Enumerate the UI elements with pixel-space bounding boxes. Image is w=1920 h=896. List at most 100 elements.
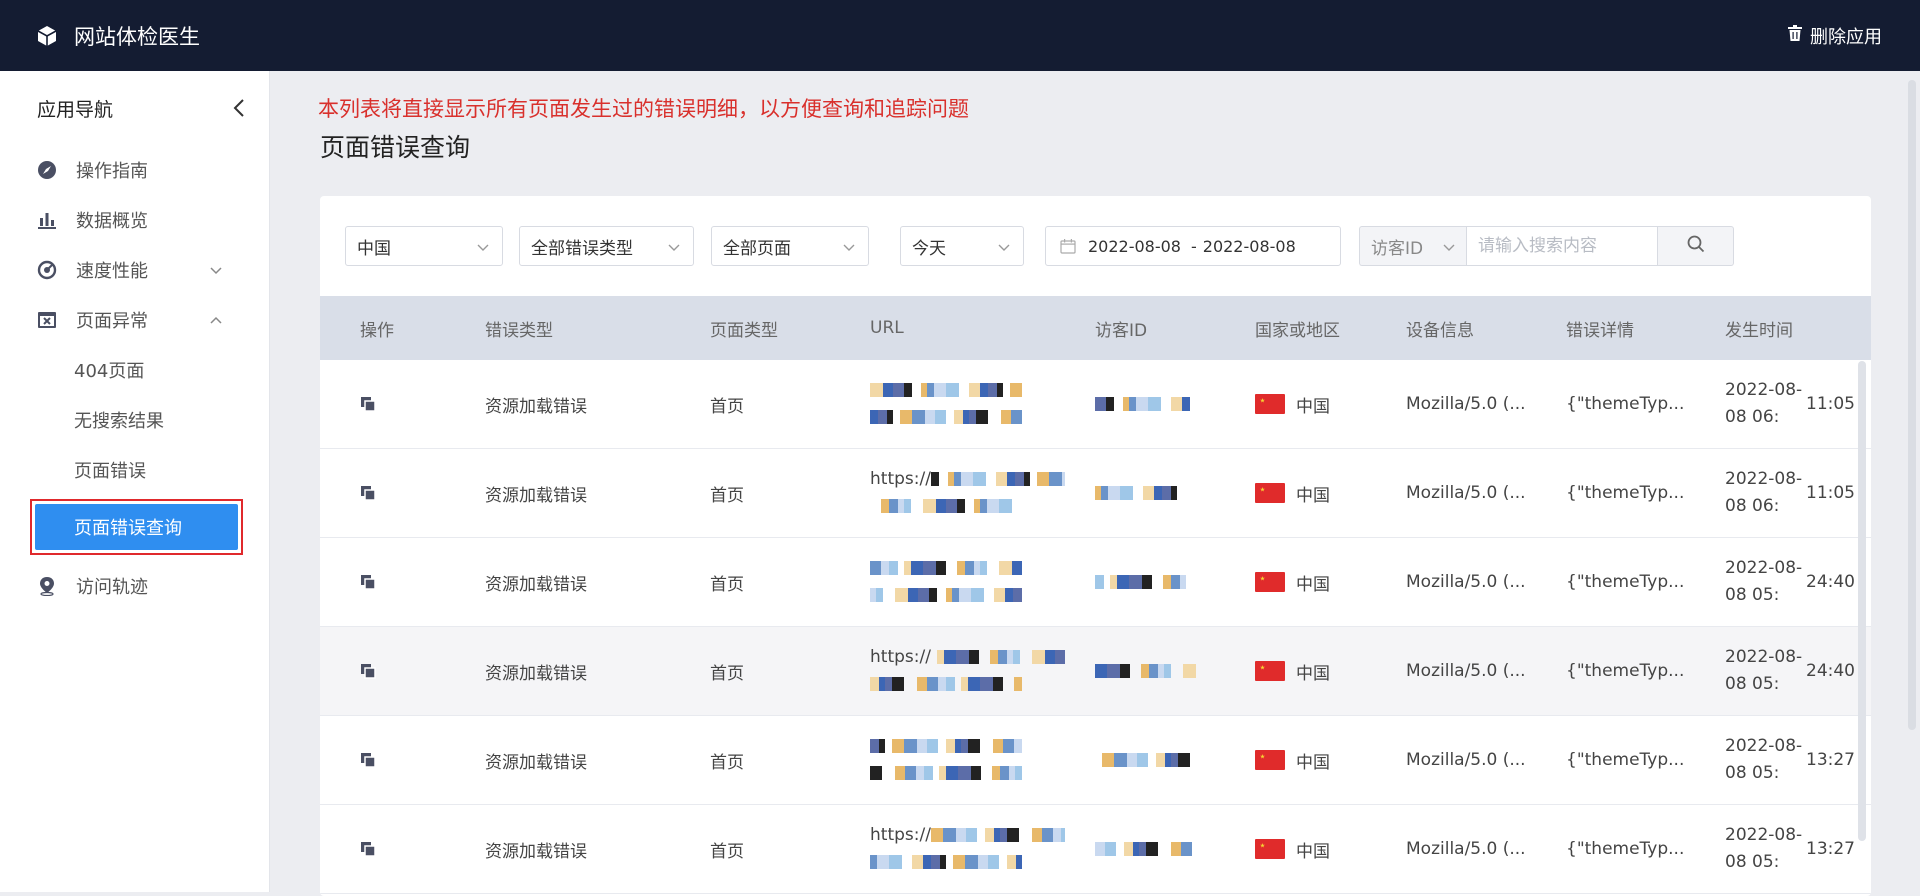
chevron-left-icon[interactable] — [229, 98, 249, 118]
sidebar-header: 应用导航 — [0, 71, 269, 145]
redaction-block — [1015, 766, 1022, 780]
redaction-block — [986, 472, 996, 486]
sidebar-item-page-errors[interactable]: 页面异常 — [0, 295, 269, 345]
redaction-block — [1010, 383, 1022, 397]
redaction-block — [1014, 472, 1024, 486]
sidebar-item-visit-trace[interactable]: 访问轨迹 — [0, 561, 269, 611]
error-detail-cell[interactable]: {"themeTyp... — [1566, 627, 1684, 715]
copy-icon[interactable] — [360, 716, 380, 804]
sidebar-subitem-error-query[interactable]: 页面错误查询 — [35, 504, 238, 550]
chevron-down-icon — [842, 240, 856, 254]
sidebar-subitem-page-errors[interactable]: 页面错误 — [0, 445, 269, 495]
redaction-block — [977, 828, 985, 842]
redaction-block — [934, 383, 946, 397]
search-button[interactable] — [1658, 226, 1734, 266]
error-type-cell: 资源加载错误 — [485, 396, 587, 417]
device-cell: Mozilla/5.0 (... — [1406, 750, 1526, 770]
redaction-block — [912, 410, 925, 424]
redaction-block — [961, 677, 968, 691]
error-detail-cell[interactable]: {"themeTyp... — [1566, 805, 1684, 893]
table-row[interactable]: 资源加载错误 首页 https:// 中国 Mozilla/5.0 (... {… — [320, 805, 1871, 894]
region-select[interactable]: 中国 — [345, 226, 503, 266]
redaction-block — [1014, 739, 1022, 753]
table-row[interactable]: 资源加载错误 首页 https:// 中国 Mozilla/5.0 (... {… — [320, 449, 1871, 538]
redaction-block — [997, 650, 1007, 664]
redaction-block — [1120, 486, 1133, 500]
redaction-block — [1116, 842, 1124, 856]
redaction-block — [1052, 828, 1061, 842]
highlight-box: 页面错误查询 — [30, 499, 243, 555]
page-select-value: 全部页面 — [723, 238, 791, 259]
redaction-block — [883, 588, 895, 602]
sidebar-item-label: 速度性能 — [76, 261, 148, 282]
redaction-block — [889, 855, 902, 869]
redaction-block — [1095, 664, 1107, 678]
compass-icon — [37, 160, 57, 180]
chevron-down-icon — [667, 240, 681, 254]
sidebar-item-overview[interactable]: 数据概览 — [0, 195, 269, 245]
column-header: 错误类型 — [485, 320, 553, 341]
redaction-block — [916, 766, 924, 780]
redaction-block — [953, 472, 961, 486]
country-label: 中国 — [1296, 841, 1330, 862]
column-header: 设备信息 — [1406, 320, 1474, 341]
copy-icon[interactable] — [360, 805, 380, 893]
copy-icon[interactable] — [360, 449, 380, 537]
redaction-block — [988, 383, 997, 397]
table-row[interactable]: 资源加载错误 首页 https:// 中国 Mozilla/5.0 (... {… — [320, 627, 1871, 716]
country-cell: 中国 — [1255, 805, 1330, 893]
table-scrollbar[interactable] — [1858, 361, 1866, 841]
table-row[interactable]: 资源加载错误 首页 中国 Mozilla/5.0 (... {"themeTyp… — [320, 538, 1871, 627]
sidebar-item-speed[interactable]: 速度性能 — [0, 245, 269, 295]
redaction-block — [993, 739, 1003, 753]
redaction-block — [981, 766, 992, 780]
page-select[interactable]: 全部页面 — [711, 226, 869, 266]
redaction-block — [1158, 842, 1171, 856]
url-line — [870, 493, 1022, 520]
redaction-block — [895, 588, 908, 602]
redaction-block — [1143, 486, 1154, 500]
error-detail-cell[interactable]: {"themeTyp... — [1566, 716, 1684, 804]
sidebar-subitem-no-results[interactable]: 无搜索结果 — [0, 395, 269, 445]
copy-icon[interactable] — [360, 360, 380, 448]
redaction-block — [999, 561, 1012, 575]
time-line: 2022-08-08 05: — [1725, 825, 1803, 872]
redaction-block — [905, 766, 916, 780]
delete-app-button[interactable]: 删除应用 — [1788, 0, 1882, 71]
country-label: 中国 — [1296, 396, 1330, 417]
url-line: https:// — [870, 466, 1065, 493]
table-row[interactable]: 资源加载错误 首页 中国 Mozilla/5.0 (... {"themeTyp… — [320, 360, 1871, 449]
redaction-block — [1061, 472, 1065, 486]
redaction-block — [930, 828, 943, 842]
error-detail-cell[interactable]: {"themeTyp... — [1566, 360, 1684, 448]
error-type-select[interactable]: 全部错误类型 — [519, 226, 694, 266]
redaction-block — [937, 588, 946, 602]
filter-bar: 中国 全部错误类型 全部页面 今天 2022-08-08 - 2022-08-0… — [320, 196, 1871, 296]
redaction-block — [1001, 410, 1011, 424]
redaction-block — [1006, 828, 1019, 842]
period-select[interactable]: 今天 — [900, 226, 1024, 266]
search-type-select[interactable]: 访客ID — [1359, 226, 1466, 266]
country-label: 中国 — [1296, 574, 1330, 595]
redaction-block — [1136, 397, 1148, 411]
error-detail-cell[interactable]: {"themeTyp... — [1566, 449, 1684, 537]
redaction-block — [960, 472, 973, 486]
page-scrollbar[interactable] — [1908, 80, 1916, 730]
copy-icon[interactable] — [360, 538, 380, 626]
time-line: 11:05 — [1806, 393, 1855, 414]
redaction-block — [946, 677, 955, 691]
search-input[interactable] — [1466, 226, 1658, 266]
copy-icon[interactable] — [360, 627, 380, 715]
redaction-block — [1006, 472, 1015, 486]
visitor-id-cell — [1095, 538, 1225, 626]
date-range-picker[interactable]: 2022-08-08 - 2022-08-08 — [1045, 226, 1341, 266]
redaction-block — [1007, 855, 1016, 869]
table-row[interactable]: 资源加载错误 首页 中国 Mozilla/5.0 (... {"themeTyp… — [320, 716, 1871, 805]
error-detail-cell[interactable]: {"themeTyp... — [1566, 538, 1684, 626]
page-title: 页面错误查询 — [320, 133, 471, 162]
redaction-block — [1016, 855, 1022, 869]
redaction-block — [1031, 828, 1042, 842]
sidebar-subitem-404[interactable]: 404页面 — [0, 345, 269, 395]
sidebar-item-guide[interactable]: 操作指南 — [0, 145, 269, 195]
redaction-block — [1003, 677, 1014, 691]
